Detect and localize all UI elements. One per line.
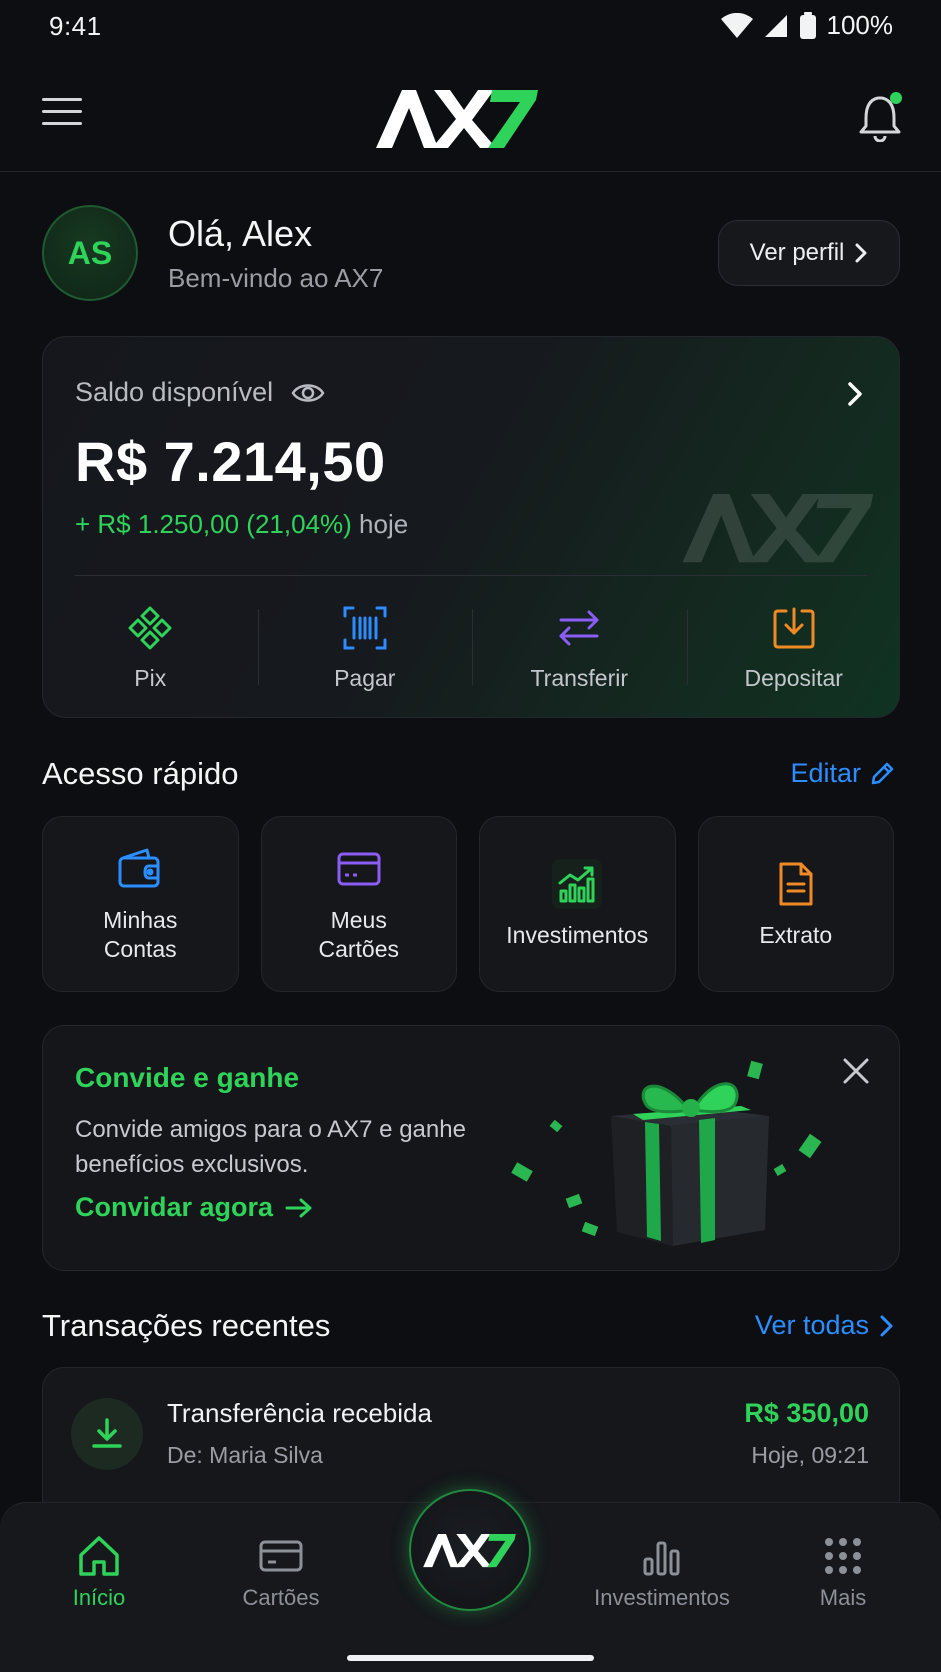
center-logo-button[interactable]	[409, 1489, 531, 1611]
balance-change-value: + R$ 1.250,00 (21,04%)	[75, 509, 352, 539]
avatar[interactable]: AS	[42, 205, 138, 301]
quick-label: Meus Cartões	[318, 907, 400, 962]
quick-access-grid: Minhas Contas Meus Cartões Investimentos…	[42, 816, 894, 992]
ax7-watermark-logo	[682, 494, 874, 563]
quick-access-title: Acesso rápido	[42, 756, 239, 791]
status-bar: 9:41 100%	[0, 0, 941, 56]
balance-card[interactable]: Saldo disponível R$ 7.214,50 + R$ 1.250,…	[42, 336, 900, 718]
action-label: Depositar	[744, 665, 843, 691]
app-header	[0, 70, 941, 172]
chevron-right-icon	[880, 1315, 893, 1336]
signal-icon	[764, 14, 787, 37]
home-indicator	[347, 1655, 594, 1661]
transaction-subtitle: De: Maria Silva	[167, 1442, 323, 1468]
transaction-date: Hoje, 09:21	[751, 1442, 869, 1468]
quick-my-cards[interactable]: Meus Cartões	[260, 816, 457, 992]
nav-investments[interactable]: Investimentos	[587, 1533, 737, 1611]
pix-icon	[128, 606, 172, 650]
balance-label: Saldo disponível	[75, 377, 274, 407]
balance-label-row: Saldo disponível	[75, 377, 325, 408]
nav-home[interactable]: Início	[24, 1533, 174, 1611]
action-label: Pix	[134, 665, 167, 691]
quick-label: Minhas Contas	[103, 907, 178, 962]
balance-value: R$ 7.214,50	[75, 430, 386, 493]
nav-label: Investimentos	[594, 1585, 730, 1610]
gift-illustration	[511, 1060, 822, 1246]
quick-my-accounts[interactable]: Minhas Contas	[42, 816, 239, 992]
nav-more[interactable]: Mais	[768, 1533, 918, 1611]
menu-icon	[42, 98, 82, 101]
balance-chevron-icon[interactable]	[843, 379, 867, 409]
balance-change: + R$ 1.250,00 (21,04%) hoje	[75, 509, 408, 540]
action-label: Pagar	[334, 665, 396, 691]
quick-statement[interactable]: Extrato	[697, 816, 894, 992]
status-right: 100%	[720, 10, 894, 41]
pencil-icon	[871, 762, 894, 784]
profile-section: AS Olá, Alex Bem-vindo ao AX7 Ver perfil	[42, 205, 900, 301]
nav-label: Cartões	[242, 1585, 320, 1610]
invite-now-link[interactable]: Convidar agora	[75, 1192, 313, 1223]
notifications-button[interactable]	[858, 90, 904, 143]
wifi-icon	[720, 12, 753, 38]
view-profile-label: Ver perfil	[749, 239, 845, 266]
close-icon[interactable]	[841, 1056, 871, 1086]
transaction-amount: R$ 350,00	[744, 1398, 869, 1428]
notification-dot	[890, 92, 902, 104]
edit-quick-access-link[interactable]: Editar	[790, 758, 895, 789]
chevron-right-icon	[855, 243, 867, 263]
grid-icon	[825, 1538, 861, 1574]
barcode-icon	[343, 606, 387, 650]
wallet-icon	[118, 848, 160, 888]
action-pix[interactable]: Pix	[43, 575, 258, 717]
download-icon	[92, 1418, 122, 1448]
document-icon	[779, 862, 813, 905]
quick-investments[interactable]: Investimentos	[479, 816, 676, 992]
transaction-icon	[71, 1398, 143, 1470]
action-label: Transferir	[530, 665, 629, 691]
bar-chart-icon	[643, 1541, 680, 1576]
ax7-logo	[423, 1534, 516, 1568]
greeting: Olá, Alex	[168, 213, 313, 254]
invite-title: Convide e ganhe	[75, 1062, 300, 1093]
invite-banner[interactable]: Convide e ganhe Convide amigos para o AX…	[42, 1025, 900, 1271]
invite-cta-label: Convidar agora	[75, 1192, 274, 1222]
quick-label: Investimentos	[506, 921, 649, 948]
view-profile-button[interactable]: Ver perfil	[718, 220, 900, 286]
chart-up-icon	[552, 858, 603, 909]
see-all-label: Ver todas	[754, 1310, 869, 1340]
quick-label: Extrato	[759, 921, 833, 948]
deposit-icon	[773, 607, 815, 649]
card-icon	[259, 1540, 303, 1572]
nav-label: Início	[72, 1585, 126, 1610]
action-deposit[interactable]: Depositar	[686, 575, 900, 717]
nav-cards[interactable]: Cartões	[206, 1533, 356, 1611]
balance-actions: Pix Pagar Transferir Depositar	[43, 575, 900, 717]
balance-change-suffix: hoje	[359, 509, 409, 539]
see-all-link[interactable]: Ver todas	[755, 1310, 895, 1341]
action-pay[interactable]: Pagar	[257, 575, 473, 717]
nav-label: Mais	[819, 1585, 867, 1610]
arrow-right-icon	[285, 1198, 312, 1217]
app-screen: 9:41 100% AS Olá, Alex Bem-vindo ao AX7 …	[0, 0, 941, 1672]
eye-icon[interactable]	[291, 381, 325, 405]
bell-icon	[859, 92, 902, 143]
battery-percent: 100%	[826, 10, 894, 40]
action-transfer[interactable]: Transferir	[472, 575, 687, 717]
recent-transactions-title: Transações recentes	[42, 1308, 331, 1343]
home-icon	[79, 1536, 119, 1576]
transfer-icon	[559, 610, 599, 646]
invite-text: Convide amigos para o AX7 e ganhe benefí…	[75, 1116, 466, 1178]
card-icon	[337, 852, 381, 886]
transaction-title: Transferência recebida	[167, 1398, 432, 1428]
menu-button[interactable]	[42, 98, 82, 130]
battery-icon	[799, 11, 816, 39]
edit-label: Editar	[790, 758, 861, 788]
welcome-text: Bem-vindo ao AX7	[168, 263, 384, 293]
ax7-logo	[376, 90, 538, 148]
status-time: 9:41	[49, 11, 102, 41]
